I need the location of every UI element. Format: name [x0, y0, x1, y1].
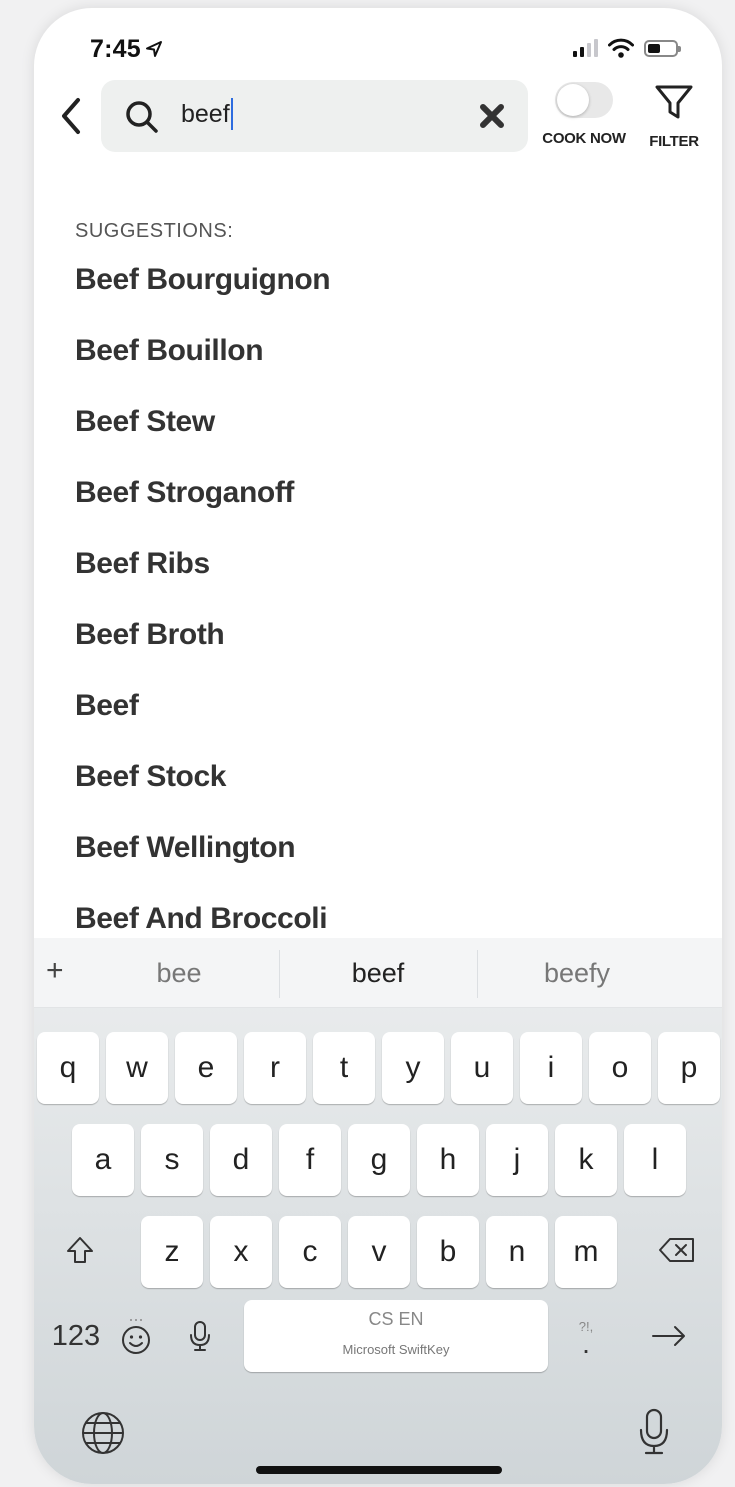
keyboard: + bee beef beefy qwertyuiop asdfghjkl zx…	[34, 938, 722, 1484]
dictation-key[interactable]	[182, 1300, 218, 1372]
microphone-icon	[190, 1321, 210, 1351]
key-o[interactable]: o	[589, 1032, 651, 1104]
key-t[interactable]: t	[313, 1032, 375, 1104]
suggestion-item[interactable]: Beef Bouillon	[75, 331, 330, 402]
key-y[interactable]: y	[382, 1032, 444, 1104]
key-e[interactable]: e	[175, 1032, 237, 1104]
key-j[interactable]: j	[486, 1124, 548, 1196]
backspace-key[interactable]	[650, 1214, 704, 1286]
plus-icon[interactable]: +	[46, 954, 64, 988]
key-s[interactable]: s	[141, 1124, 203, 1196]
suggestion-item[interactable]: Beef Stroganoff	[75, 473, 330, 544]
shift-key[interactable]	[56, 1214, 104, 1286]
suggestion-item[interactable]: Beef Ribs	[75, 544, 330, 615]
suggestion-item[interactable]: Beef Stew	[75, 402, 330, 473]
battery-icon	[644, 39, 681, 57]
location-arrow-icon	[145, 41, 162, 57]
cook-now-label: COOK NOW	[542, 130, 626, 147]
cook-now-toggle[interactable]: COOK NOW	[534, 82, 634, 147]
filter-button[interactable]: FILTER	[642, 84, 706, 150]
suggestion-item[interactable]: Beef Wellington	[75, 828, 330, 899]
key-a[interactable]: a	[72, 1124, 134, 1196]
prediction-right[interactable]: beefy	[478, 958, 676, 989]
shift-icon	[67, 1237, 93, 1263]
key-i[interactable]: i	[520, 1032, 582, 1104]
prediction-bar: + bee beef beefy	[34, 938, 722, 1008]
emoji-icon	[122, 1319, 150, 1354]
key-u[interactable]: u	[451, 1032, 513, 1104]
punctuation-key[interactable]: ?!, .	[566, 1300, 606, 1372]
key-p[interactable]: p	[658, 1032, 720, 1104]
prediction-left[interactable]: bee	[80, 958, 278, 989]
phone-screen: 7:45 COOK NOW FILTER	[34, 8, 722, 1484]
globe-key[interactable]	[78, 1408, 128, 1458]
space-bar[interactable]: CS EN Microsoft SwiftKey	[244, 1300, 548, 1372]
key-r[interactable]: r	[244, 1032, 306, 1104]
globe-icon	[82, 1412, 124, 1454]
key-q[interactable]: q	[37, 1032, 99, 1104]
filter-funnel-icon	[655, 85, 693, 119]
key-w[interactable]: w	[106, 1032, 168, 1104]
backspace-icon	[659, 1238, 694, 1262]
search-icon	[126, 101, 158, 133]
status-time-text: 7:45	[90, 35, 141, 63]
emoji-key[interactable]	[116, 1300, 156, 1372]
suggestion-list: Beef Bourguignon Beef Bouillon Beef Stew…	[75, 260, 331, 970]
key-b[interactable]: b	[417, 1216, 479, 1288]
key-l[interactable]: l	[624, 1124, 686, 1196]
key-v[interactable]: v	[348, 1216, 410, 1288]
search-input[interactable]	[181, 100, 481, 129]
search-bar	[101, 80, 528, 152]
numbers-key[interactable]: 123	[48, 1300, 104, 1372]
text-caret	[231, 98, 233, 130]
status-time: 7:45	[90, 35, 163, 64]
filter-label: FILTER	[649, 133, 699, 150]
key-h[interactable]: h	[417, 1124, 479, 1196]
key-d[interactable]: d	[210, 1124, 272, 1196]
suggestion-item[interactable]: Beef Broth	[75, 615, 330, 686]
space-brand: Microsoft SwiftKey	[342, 1342, 450, 1357]
chevron-left-icon	[62, 98, 80, 134]
key-g[interactable]: g	[348, 1124, 410, 1196]
status-icons	[573, 38, 681, 58]
enter-key[interactable]	[644, 1300, 694, 1372]
suggestion-item[interactable]: Beef Stock	[75, 757, 330, 828]
key-n[interactable]: n	[486, 1216, 548, 1288]
prediction-center[interactable]: beef	[279, 958, 477, 989]
cellular-signal-icon	[573, 39, 598, 57]
suggestion-item[interactable]: Beef Bourguignon	[75, 260, 331, 331]
space-language: CS EN	[368, 1309, 424, 1329]
suggestion-item[interactable]: Beef	[75, 686, 330, 757]
dictation-large-key[interactable]	[632, 1404, 676, 1460]
key-x[interactable]: x	[210, 1216, 272, 1288]
key-m[interactable]: m	[555, 1216, 617, 1288]
key-k[interactable]: k	[555, 1124, 617, 1196]
clear-search-icon[interactable]	[478, 102, 506, 130]
microphone-icon	[639, 1408, 669, 1455]
arrow-right-icon	[652, 1326, 685, 1346]
key-f[interactable]: f	[279, 1124, 341, 1196]
key-c[interactable]: c	[279, 1216, 341, 1288]
home-indicator[interactable]	[256, 1466, 502, 1474]
wifi-icon	[608, 38, 634, 58]
key-z[interactable]: z	[141, 1216, 203, 1288]
cook-now-switch[interactable]	[555, 82, 613, 118]
back-button[interactable]	[56, 96, 86, 136]
suggestions-heading: SUGGESTIONS:	[75, 220, 234, 242]
